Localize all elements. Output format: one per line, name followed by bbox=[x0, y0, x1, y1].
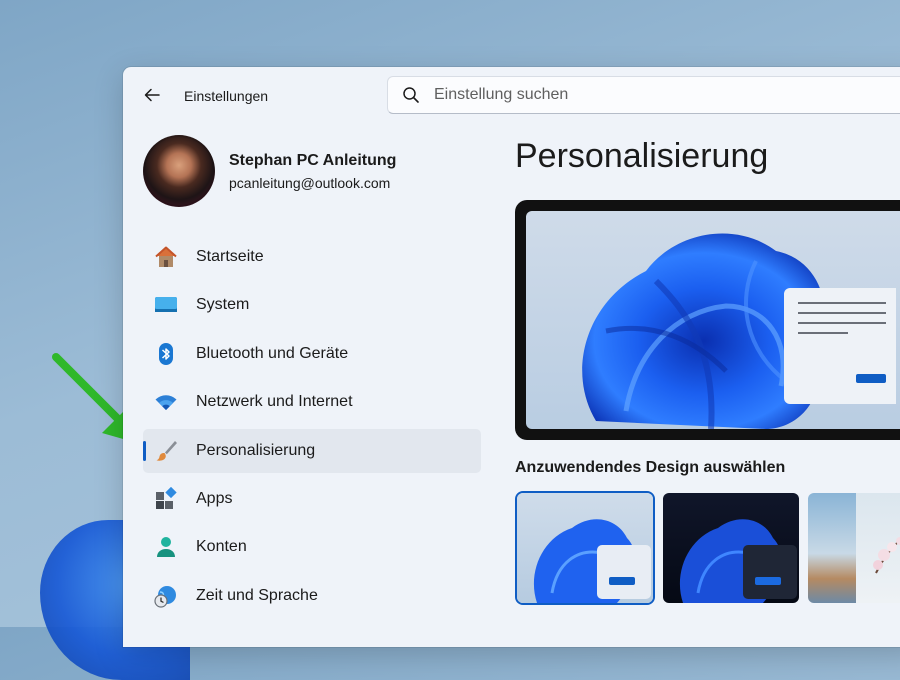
sidebar-item-personalisierung[interactable]: Personalisierung bbox=[143, 428, 481, 473]
sidebar-item-label: System bbox=[196, 296, 250, 314]
sidebar-item-konten[interactable]: Konten bbox=[143, 525, 481, 569]
search-icon bbox=[402, 86, 420, 104]
account-icon bbox=[154, 535, 178, 559]
sidebar-item-label: Bluetooth und Geräte bbox=[196, 344, 349, 362]
sidebar-item-label: Personalisierung bbox=[196, 441, 316, 459]
themes-heading: Anzuwendendes Design auswählen bbox=[515, 459, 786, 476]
sidebar-item-label: Konten bbox=[196, 538, 247, 556]
avatar bbox=[143, 135, 215, 207]
sidebar-item-startseite[interactable]: Startseite bbox=[143, 235, 481, 279]
system-monitor-icon bbox=[154, 293, 178, 317]
bluetooth-icon bbox=[154, 342, 178, 366]
search-input[interactable] bbox=[432, 85, 900, 105]
blossom-thumbnail bbox=[873, 537, 900, 574]
sidebar-item-label: Zeit und Sprache bbox=[196, 586, 318, 604]
home-icon bbox=[154, 245, 178, 269]
wifi-icon bbox=[154, 390, 178, 414]
sidebar-item-system[interactable]: System bbox=[143, 283, 481, 327]
theme-card-dark[interactable] bbox=[663, 493, 799, 603]
sidebar-item-zeit-und-sprache[interactable]: Zeit und Sprache bbox=[143, 574, 481, 618]
clock-globe-icon bbox=[154, 584, 178, 608]
back-button[interactable] bbox=[141, 84, 163, 106]
sidebar-item-bluetooth[interactable]: Bluetooth und Geräte bbox=[143, 332, 481, 376]
user-email: pcanleitung@outlook.com bbox=[229, 174, 391, 191]
sidebar-nav: Startseite System Bluetooth und Geräte N… bbox=[143, 235, 481, 622]
user-name: Stephan PC Anleitung bbox=[229, 151, 397, 169]
apps-icon bbox=[154, 486, 178, 511]
preview-screen bbox=[526, 211, 900, 429]
themes-grid bbox=[515, 493, 900, 647]
user-profile[interactable]: Stephan PC Anleitung pcanleitung@outlook… bbox=[143, 135, 396, 207]
sidebar-item-label: Apps bbox=[196, 489, 233, 507]
title-bar: Einstellungen bbox=[123, 67, 900, 125]
paintbrush-icon bbox=[154, 439, 178, 463]
active-indicator bbox=[143, 440, 146, 461]
sidebar-item-label: Startseite bbox=[196, 248, 264, 265]
search-box[interactable] bbox=[387, 76, 900, 114]
back-arrow-icon bbox=[144, 88, 160, 102]
sidebar-item-label: Netzwerk und Internet bbox=[196, 393, 353, 411]
theme-card-photo[interactable] bbox=[808, 493, 900, 603]
sidebar-item-network[interactable]: Netzwerk und Internet bbox=[143, 380, 481, 424]
theme-preview bbox=[515, 200, 900, 440]
preview-window-card bbox=[784, 288, 896, 404]
theme-card-light[interactable] bbox=[517, 493, 653, 603]
app-title: Einstellungen bbox=[184, 88, 269, 104]
sidebar-item-apps[interactable]: Apps bbox=[143, 477, 481, 521]
settings-window: Einstellungen Stephan PC Anleitung pcanl… bbox=[123, 67, 900, 647]
page-title: Personalisierung bbox=[515, 137, 769, 175]
